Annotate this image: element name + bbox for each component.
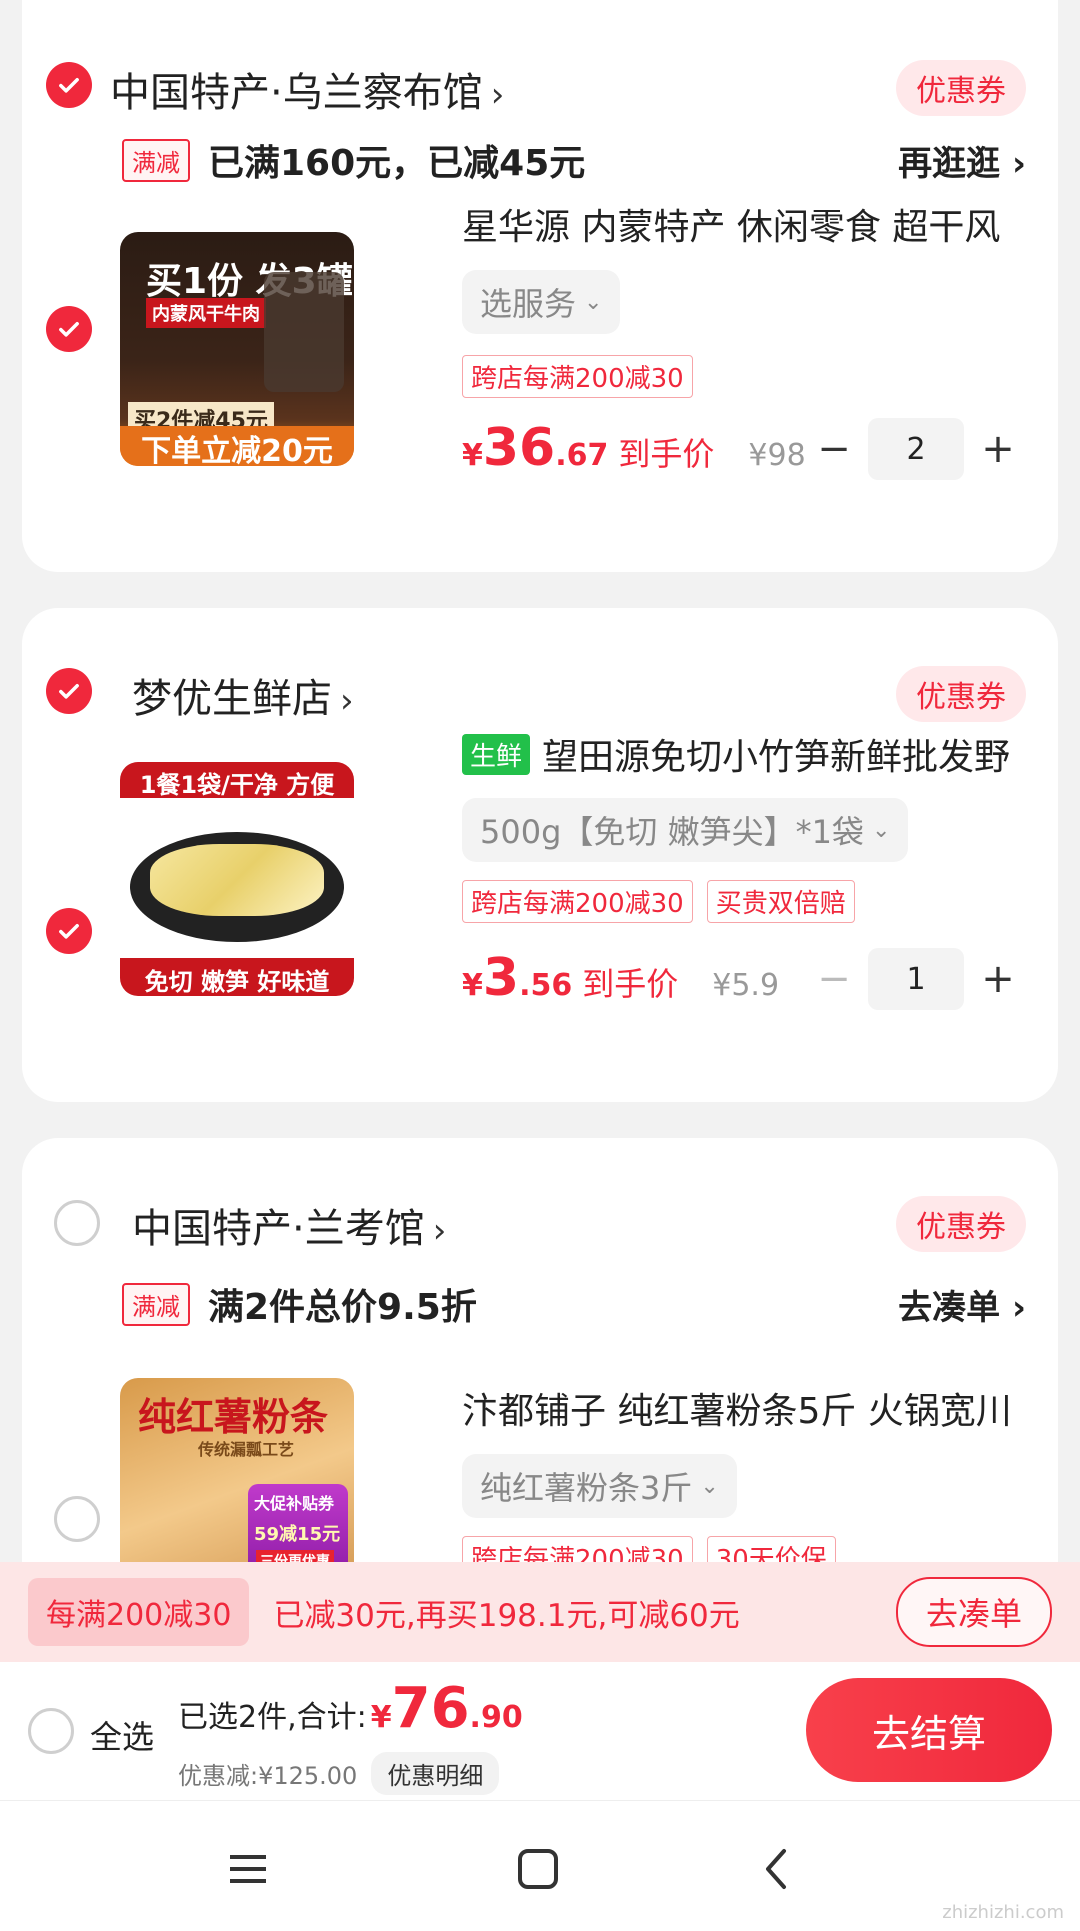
coupon-button[interactable]: 优惠券 bbox=[896, 60, 1026, 116]
chevron-right-icon: › bbox=[340, 681, 354, 721]
discount-tag: 跨店每满200减30 bbox=[462, 880, 693, 923]
coupon-button[interactable]: 优惠券 bbox=[896, 666, 1026, 722]
discount-amount: 优惠减:¥125.00 bbox=[178, 1762, 358, 1790]
discount-detail-button[interactable]: 优惠明细 bbox=[371, 1752, 500, 1795]
tag-list: 跨店每满200减30 bbox=[462, 355, 693, 398]
price-decimal: .56 bbox=[519, 968, 573, 1003]
image-caption: 大促补贴券 bbox=[254, 1494, 335, 1513]
checkout-bar: 全选 已选2件,合计: ¥ 76 .90 优惠减:¥125.00 优惠明细 去结… bbox=[0, 1662, 1080, 1800]
original-price: ¥98 bbox=[748, 438, 806, 473]
coupon-button[interactable]: 优惠券 bbox=[896, 1196, 1026, 1252]
chevron-right-icon: › bbox=[432, 1211, 447, 1251]
item-checkbox-checked[interactable] bbox=[46, 908, 92, 954]
promo-text: 满2件总价9.5折 bbox=[208, 1287, 477, 1328]
add-more-button[interactable]: 去凑单 bbox=[895, 1577, 1052, 1647]
promo-bar-text: 已减30元,再买198.1元,可减60元 bbox=[273, 1597, 740, 1634]
promo-row: 满减 满2件总价9.5折 去凑单 › bbox=[122, 1280, 1026, 1328]
price-decimal: .67 bbox=[555, 438, 609, 473]
shop-checkbox-checked[interactable] bbox=[46, 668, 92, 714]
price-integer: 36 bbox=[482, 418, 556, 478]
shop-name[interactable]: 梦优生鲜店 › bbox=[132, 666, 354, 724]
shop-name[interactable]: 中国特产·乌兰察布馆 › bbox=[110, 60, 504, 118]
image-caption: 传统漏瓢工艺 bbox=[198, 1440, 295, 1459]
image-caption: 下单立减20元 bbox=[120, 426, 354, 466]
price-row: ¥ 3 .56 到手价 ¥5.9 bbox=[462, 948, 779, 1008]
home-icon[interactable] bbox=[508, 1839, 568, 1899]
product-title[interactable]: 生鲜 望田源免切小竹笋新鲜批发野 bbox=[462, 728, 1062, 780]
check-icon bbox=[59, 78, 79, 93]
chevron-down-icon: ⌄ bbox=[584, 289, 603, 315]
check-icon bbox=[59, 322, 79, 337]
increase-button[interactable]: + bbox=[978, 956, 1018, 1002]
total-label: 已选2件,合计: bbox=[178, 1700, 367, 1735]
checkout-button[interactable]: 去结算 bbox=[806, 1678, 1052, 1782]
total-decimal: .90 bbox=[469, 1700, 523, 1735]
shop-card-2: 梦优生鲜店 › 优惠券 1餐1袋/干净 方便 免切 嫩笋 好味道 生鲜 望田源免切小… bbox=[22, 608, 1058, 1102]
chevron-right-icon: › bbox=[490, 75, 505, 115]
image-caption: 纯红薯粉条 bbox=[138, 1395, 329, 1439]
image-caption: 59减15元 bbox=[254, 1524, 341, 1545]
total-integer: 76 bbox=[391, 1676, 470, 1741]
back-icon[interactable] bbox=[746, 1839, 806, 1899]
promo-tag: 满减 bbox=[122, 1282, 190, 1326]
chevron-down-icon: ⌄ bbox=[700, 1473, 719, 1499]
image-caption: 1餐1袋/干净 方便 bbox=[120, 762, 354, 799]
product-title[interactable]: 星华源 内蒙特产 休闲零食 超干风 bbox=[462, 198, 1062, 250]
increase-button[interactable]: + bbox=[978, 426, 1018, 472]
system-nav-bar: zhizhizhi.com bbox=[0, 1800, 1080, 1931]
price-row: ¥ 36 .67 到手价 ¥98 bbox=[462, 418, 806, 478]
promo-tag: 满减 bbox=[122, 138, 190, 182]
decrease-button[interactable]: − bbox=[814, 956, 854, 1002]
chevron-down-icon: ⌄ bbox=[871, 817, 891, 843]
product-title[interactable]: 汴都铺子 纯红薯粉条5斤 火锅宽川 bbox=[462, 1382, 1062, 1434]
decrease-button[interactable]: − bbox=[814, 426, 854, 472]
total-currency: ¥ bbox=[370, 1700, 392, 1735]
promo-text: 已满160元，已减45元 bbox=[208, 143, 586, 184]
item-checkbox-checked[interactable] bbox=[46, 306, 92, 352]
discount-line: 优惠减:¥125.00 优惠明细 bbox=[178, 1752, 500, 1795]
promo-bar-tag: 每满200减30 bbox=[28, 1578, 250, 1646]
select-all-checkbox[interactable] bbox=[28, 1708, 74, 1754]
price-currency: ¥ bbox=[462, 968, 483, 1003]
total-line: 已选2件,合计: ¥ 76 .90 bbox=[178, 1676, 523, 1741]
product-image[interactable]: 买1份 发3罐 内蒙风干牛肉 买2件减45元 下单立减20元 bbox=[120, 232, 354, 466]
product-image[interactable]: 1餐1袋/干净 方便 免切 嫩笋 好味道 bbox=[120, 762, 354, 996]
check-icon bbox=[59, 684, 79, 699]
shop-more-link[interactable]: 再逛逛 › bbox=[898, 136, 1026, 185]
watermark: zhizhizhi.com bbox=[942, 1902, 1064, 1923]
image-caption: 免切 嫩笋 好味道 bbox=[120, 958, 354, 996]
shop-checkbox-unchecked[interactable] bbox=[54, 1200, 100, 1246]
quantity-stepper: − 1 + bbox=[814, 948, 1018, 1010]
check-icon bbox=[59, 924, 79, 939]
product-jar bbox=[264, 272, 344, 392]
price-note: 到手价 bbox=[582, 965, 679, 1003]
quantity-value[interactable]: 1 bbox=[868, 948, 964, 1010]
price-integer: 3 bbox=[482, 948, 520, 1008]
fresh-badge: 生鲜 bbox=[462, 734, 531, 775]
spec-selector[interactable]: 纯红薯粉条3斤 ⌄ bbox=[462, 1454, 737, 1518]
quantity-stepper: − 2 + bbox=[814, 418, 1018, 480]
shop-more-link[interactable]: 去凑单 › bbox=[898, 1280, 1026, 1329]
discount-tag: 跨店每满200减30 bbox=[462, 355, 693, 398]
tag-list: 跨店每满200减30 买贵双倍赔 bbox=[462, 880, 855, 923]
price-note: 到手价 bbox=[618, 435, 715, 473]
quantity-value[interactable]: 2 bbox=[868, 418, 964, 480]
shop-name[interactable]: 中国特产·兰考馆 › bbox=[132, 1196, 446, 1254]
shop-card-1: 中国特产·乌兰察布馆 › 优惠券 满减 已满160元，已减45元 再逛逛 › 买1… bbox=[22, 0, 1058, 572]
spec-selector[interactable]: 选服务 ⌄ bbox=[462, 270, 621, 334]
guarantee-tag: 买贵双倍赔 bbox=[706, 880, 855, 923]
item-checkbox-unchecked[interactable] bbox=[54, 1496, 100, 1542]
cross-store-promo-bar: 每满200减30 已减30元,再买198.1元,可减60元 去凑单 bbox=[0, 1562, 1080, 1662]
menu-icon[interactable] bbox=[218, 1839, 278, 1899]
shop-checkbox-checked[interactable] bbox=[46, 62, 92, 108]
promo-row: 满减 已满160元，已减45元 再逛逛 › bbox=[122, 136, 1026, 184]
image-caption: 内蒙风干牛肉 bbox=[146, 298, 266, 328]
bamboo-shoots bbox=[150, 844, 324, 916]
original-price: ¥5.9 bbox=[712, 968, 780, 1003]
price-currency: ¥ bbox=[462, 438, 483, 473]
select-all-label[interactable]: 全选 bbox=[90, 1712, 154, 1758]
spec-selector[interactable]: 500g【免切 嫩笋尖】*1袋 ⌄ bbox=[462, 798, 909, 862]
